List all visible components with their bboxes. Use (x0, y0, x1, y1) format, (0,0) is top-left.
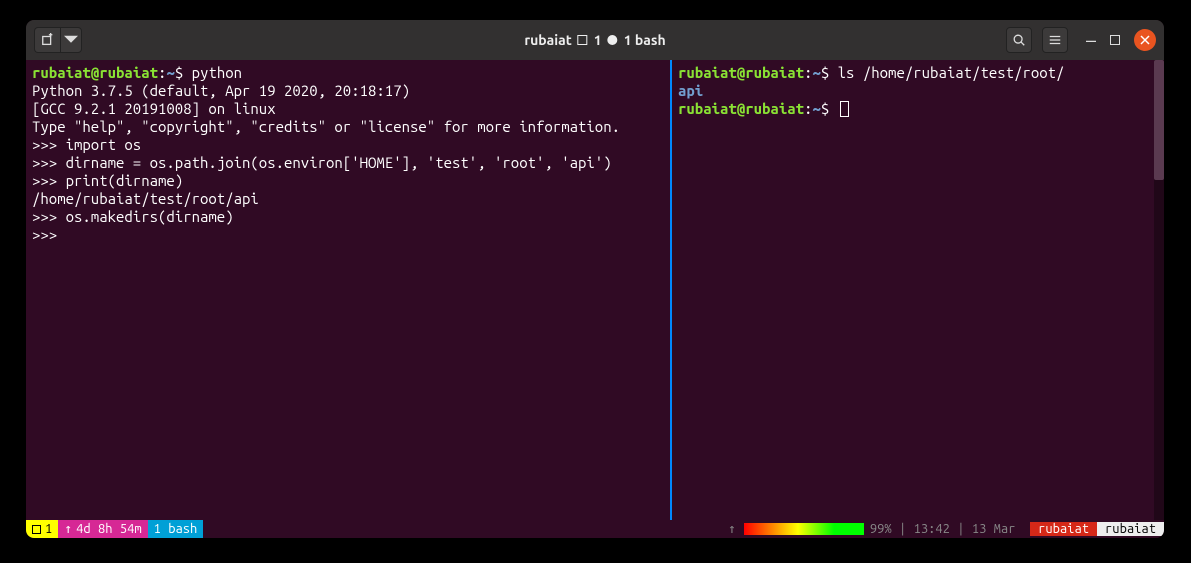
status-right: ↑ 99% | 13:42 | 13 Mar rubaiat rubaiat (728, 520, 1164, 538)
prompt-at: @ (91, 64, 99, 81)
terminal-body: rubaiat@rubaiat:~$ python Python 3.7.5 (… (26, 60, 1164, 520)
prompt-dollar: $ (821, 64, 838, 81)
session-number: 1 (45, 522, 52, 536)
window-controls: – (1086, 29, 1156, 51)
prompt-at: @ (737, 64, 745, 81)
search-icon (1012, 33, 1026, 47)
prompt-path: ~ (166, 64, 174, 81)
hamburger-icon (1048, 33, 1062, 47)
scrollbar[interactable] (1154, 60, 1164, 520)
output-line: >>> import os (32, 136, 141, 153)
terminal-window: rubaiat 1 1 bash – rubaiat@rubaiat:~$ py… (26, 20, 1164, 538)
title-badge-1: 1 (594, 32, 602, 48)
status-user-1-label: rubaiat (1038, 522, 1089, 536)
prompt-user: rubaiat (678, 64, 737, 81)
status-gap (1016, 522, 1031, 536)
close-icon (1140, 35, 1150, 45)
chevron-down-icon (64, 33, 78, 47)
cpu-percent: 99% (870, 522, 892, 536)
cursor (840, 101, 849, 117)
status-user-1: rubaiat (1030, 522, 1097, 536)
prompt-host: rubaiat (99, 64, 158, 81)
search-button[interactable] (1006, 27, 1032, 53)
output-line: Python 3.7.5 (default, Apr 19 2020, 20:1… (32, 82, 410, 99)
prompt-host: rubaiat (745, 100, 804, 117)
status-window[interactable]: 1 bash (148, 520, 204, 538)
prompt-path: ~ (812, 64, 820, 81)
output-line: >>> dirname = os.path.join(os.environ['H… (32, 154, 612, 171)
prompt-at: @ (737, 100, 745, 117)
output-line: /home/rubaiat/test/root/api (32, 190, 259, 207)
status-date: 13 Mar (972, 522, 1016, 536)
output-line: >>> os.makedirs(dirname) (32, 208, 234, 225)
status-time: 13:42 (914, 522, 950, 536)
title-dot-icon (608, 35, 618, 45)
maximize-button[interactable] (1110, 35, 1120, 45)
prompt-cmd: python (192, 64, 242, 81)
close-button[interactable] (1134, 29, 1156, 51)
window-title: rubaiat 1 1 bash (524, 32, 665, 48)
output-line: >>> (32, 226, 66, 243)
up-arrow-icon: ↑ (728, 522, 736, 537)
minimize-button[interactable]: – (1086, 36, 1096, 45)
prompt-dollar: $ (175, 64, 192, 81)
uptime-text: 4d 8h 54m (76, 522, 142, 536)
status-sep: | (950, 522, 972, 536)
output-line: Type "help", "copyright", "credits" or "… (32, 118, 620, 135)
title-square-icon (578, 35, 588, 45)
right-pane[interactable]: rubaiat@rubaiat:~$ ls /home/rubaiat/test… (672, 60, 1164, 520)
status-spacer (203, 520, 728, 538)
prompt-cmd: ls /home/rubaiat/test/root/ (838, 64, 1065, 81)
output-line: >>> print(dirname) (32, 172, 183, 189)
status-uptime: ↑ 4d 8h 54m (58, 520, 147, 538)
status-user-2-label: rubaiat (1105, 522, 1156, 536)
session-square-icon (32, 525, 41, 534)
output-line: [GCC 9.2.1 20191008] on linux (32, 100, 276, 117)
ls-output-dir: api (678, 82, 703, 99)
title-badge-2: 1 bash (624, 32, 666, 48)
tmux-statusbar: 1 ↑ 4d 8h 54m 1 bash ↑ 99% | 13:42 | 13 M… (26, 520, 1164, 538)
status-session[interactable]: 1 (26, 520, 58, 538)
window-label: 1 bash (154, 522, 198, 536)
up-arrow-icon: ↑ (64, 522, 72, 537)
titlebar-right-controls: – (1006, 27, 1156, 53)
scrollbar-thumb[interactable] (1154, 60, 1164, 180)
status-user-2: rubaiat (1097, 522, 1164, 536)
prompt-host: rubaiat (745, 64, 804, 81)
title-username: rubaiat (524, 32, 571, 48)
prompt-dollar: $ (821, 100, 838, 117)
prompt-user: rubaiat (678, 100, 737, 117)
new-tab-dropdown[interactable] (60, 27, 82, 53)
status-sep: | (892, 522, 914, 536)
titlebar: rubaiat 1 1 bash – (26, 20, 1164, 60)
prompt-user: rubaiat (32, 64, 91, 81)
titlebar-left-controls (34, 27, 82, 53)
cpu-gradient-bar (744, 523, 864, 535)
prompt-path: ~ (812, 100, 820, 117)
menu-button[interactable] (1042, 27, 1068, 53)
new-tab-icon (41, 33, 55, 47)
left-pane[interactable]: rubaiat@rubaiat:~$ python Python 3.7.5 (… (26, 60, 670, 520)
new-tab-button[interactable] (34, 27, 60, 53)
